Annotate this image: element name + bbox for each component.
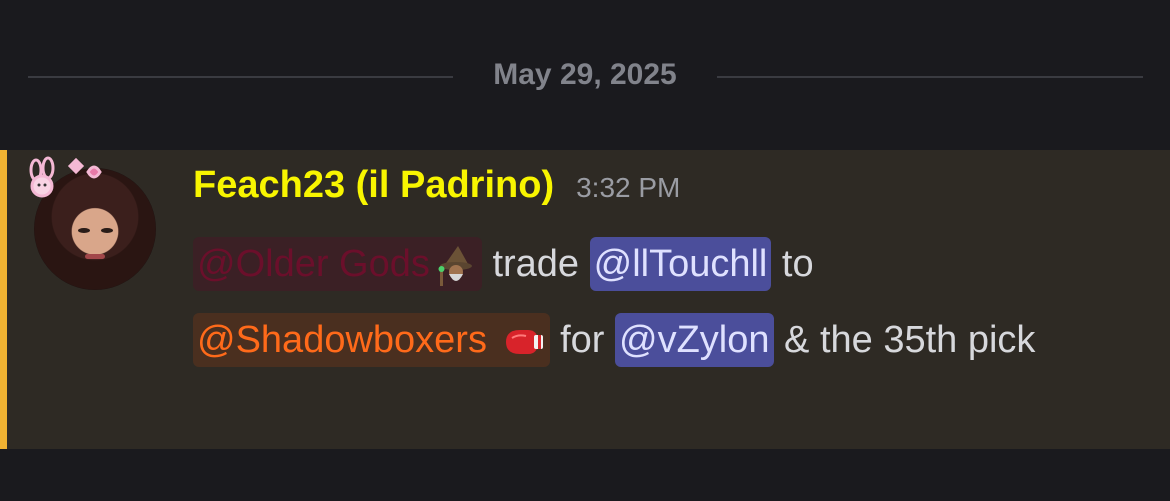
avatar-eye-left (78, 228, 90, 233)
role-mention-shadowboxers-label: @Shadowboxers (197, 319, 487, 361)
text-to: to (771, 243, 814, 285)
text-trade: trade (481, 243, 590, 285)
avatar-container[interactable] (22, 156, 162, 296)
divider-date: May 29, 2025 (493, 58, 677, 91)
boxing-glove-icon (505, 329, 543, 354)
message-content: @Older Gods trade @llTouchll to @Shadowbo… (193, 226, 1153, 378)
date-divider: May 29, 2025 (0, 48, 1170, 108)
mage-emoji-icon (438, 245, 472, 286)
user-mention-vzylon[interactable]: @vZylon (615, 313, 774, 367)
message-header: Feach23 (il Padrino) 3:32 PM (193, 164, 680, 220)
mention-highlight-bar (0, 150, 7, 449)
text-for: for (549, 319, 615, 361)
role-mention-shadowboxers[interactable]: @Shadowboxers (193, 313, 550, 367)
user-mention-lltouchll[interactable]: @llTouchll (589, 237, 772, 291)
avatar-mouth (85, 254, 105, 259)
text-rest: & the 35th pick (773, 319, 1036, 361)
role-mention-older-gods-label: @Older Gods (197, 243, 430, 285)
avatar-decoration-icon (29, 156, 102, 198)
divider-line-right (717, 76, 1143, 78)
message-timestamp[interactable]: 3:32 PM (576, 172, 680, 203)
role-mention-older-gods[interactable]: @Older Gods (193, 237, 482, 291)
message-author[interactable]: Feach23 (il Padrino) (193, 164, 554, 206)
chat-message[interactable]: Feach23 (il Padrino) 3:32 PM @Older Gods … (0, 150, 1170, 449)
avatar-eye-right (101, 228, 113, 233)
